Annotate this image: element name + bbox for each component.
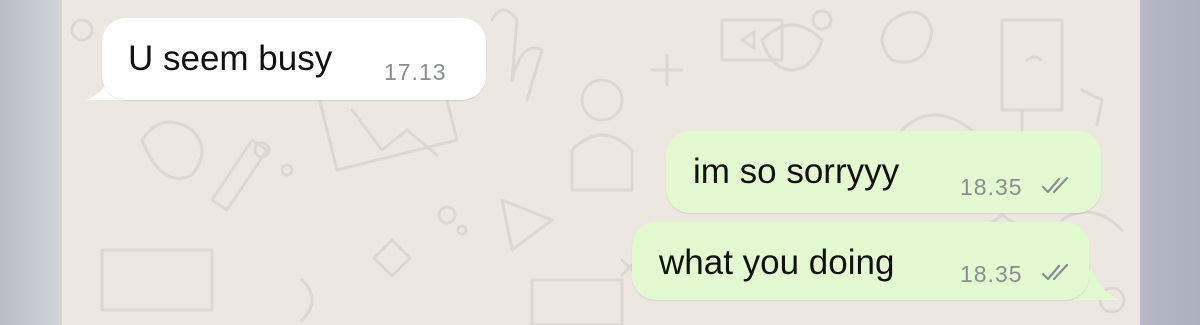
message-timestamp: 18.35: [960, 174, 1023, 200]
message-timestamp: 18.35: [960, 261, 1023, 287]
message-text: U seem busy: [128, 39, 333, 78]
left-screen-edge: [0, 0, 62, 325]
double-check-icon: [1041, 263, 1069, 281]
right-screen-edge: [1140, 0, 1200, 325]
message-text: what you doing: [659, 243, 895, 282]
double-check-icon: [1041, 176, 1069, 194]
message-bubble-outgoing[interactable]: what you doing 18.35: [632, 222, 1089, 300]
message-text: im so sorryyy: [693, 152, 900, 191]
message-timestamp: 17.13: [384, 59, 447, 85]
chat-message-area[interactable]: U seem busy 17.13 im so sorryyy 18.35 wh…: [62, 0, 1140, 325]
message-bubble-incoming[interactable]: U seem busy 17.13: [102, 18, 486, 100]
message-bubble-outgoing[interactable]: im so sorryyy 18.35: [666, 131, 1101, 213]
